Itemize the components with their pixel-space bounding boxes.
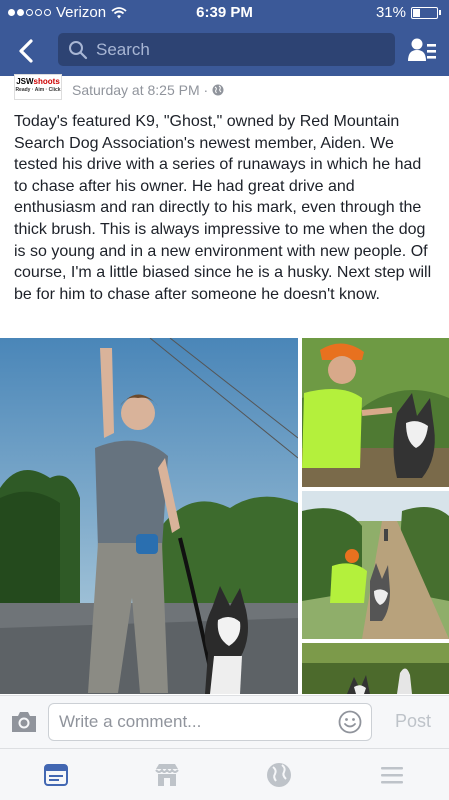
search-input[interactable] bbox=[96, 39, 376, 60]
back-button[interactable] bbox=[12, 36, 42, 66]
camera-icon bbox=[12, 712, 36, 732]
news-feed-icon bbox=[44, 764, 68, 786]
post-button[interactable]: Post bbox=[395, 711, 431, 732]
post-timestamp[interactable]: Saturday at 8:25 PM · bbox=[72, 82, 224, 98]
status-bar: Verizon 6:39 PM 31% bbox=[0, 0, 449, 26]
tab-notifications[interactable] bbox=[265, 761, 293, 789]
photo-main-image bbox=[0, 338, 298, 694]
battery-percent: 31% bbox=[375, 4, 406, 21]
photo-2-image bbox=[302, 338, 449, 487]
search-icon bbox=[69, 40, 88, 59]
post-timestamp-text: Saturday at 8:25 PM · bbox=[72, 82, 209, 98]
nav-bar bbox=[0, 26, 449, 76]
photo-4[interactable] bbox=[302, 643, 449, 694]
post-header: JSWshoots Ready · Aim · Click Saturday a… bbox=[0, 74, 449, 106]
status-right: 31% bbox=[376, 4, 441, 21]
tab-menu[interactable] bbox=[378, 761, 406, 789]
friend-requests-icon bbox=[408, 38, 436, 61]
page-logo-sub: Ready · Aim · Click bbox=[15, 87, 61, 93]
emoji-icon bbox=[338, 710, 362, 734]
marketplace-icon bbox=[155, 764, 179, 786]
page-logo[interactable]: JSWshoots Ready · Aim · Click bbox=[14, 74, 62, 100]
page-logo-text: JSWshoots bbox=[16, 77, 60, 86]
globe-icon bbox=[267, 763, 291, 787]
post-text: Today's featured K9, "Ghost," owned by R… bbox=[14, 113, 432, 303]
menu-icon bbox=[381, 767, 403, 784]
tab-bar bbox=[0, 748, 449, 800]
photo-3[interactable] bbox=[302, 491, 449, 639]
search-box[interactable] bbox=[58, 33, 395, 66]
emoji-button[interactable] bbox=[338, 710, 362, 734]
globe-icon bbox=[212, 84, 224, 96]
battery-icon bbox=[411, 6, 438, 19]
battery-tip bbox=[439, 10, 441, 15]
photo-3-image bbox=[302, 491, 449, 639]
camera-button[interactable] bbox=[10, 710, 38, 734]
photo-main[interactable] bbox=[0, 338, 298, 694]
comment-input[interactable] bbox=[48, 703, 372, 741]
comment-bar: Post bbox=[0, 695, 449, 748]
tab-news-feed[interactable] bbox=[42, 761, 70, 789]
photo-2[interactable] bbox=[302, 338, 449, 487]
friend-requests-button[interactable] bbox=[407, 35, 437, 65]
photo-4-image bbox=[302, 643, 449, 694]
chevron-left-icon bbox=[19, 39, 33, 63]
tab-marketplace[interactable] bbox=[153, 761, 181, 789]
top-bar: Verizon 6:39 PM 31% bbox=[0, 0, 449, 76]
